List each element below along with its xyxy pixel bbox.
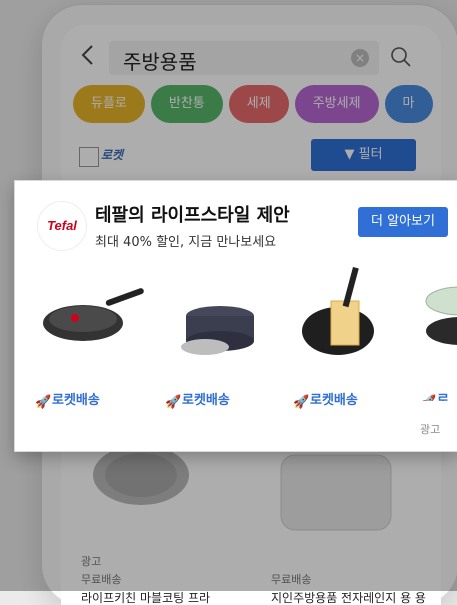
- ad-label: 광고: [420, 423, 441, 436]
- brand-logo: Tefal: [37, 201, 87, 251]
- rocket-icon: 🚀: [35, 395, 52, 410]
- rocket-icon: 🚀: [420, 395, 436, 401]
- pan-box-image: [302, 267, 374, 355]
- product-title: 라이프키친 마블코팅 프라: [81, 591, 211, 605]
- rocket-icon: 🚀: [165, 395, 182, 410]
- ad-subtitle: 최대 40% 할인, 지금 만나보세요: [95, 235, 277, 250]
- pot-set-image: [181, 306, 254, 355]
- rocket-delivery-badge: 🚀로켓배송: [165, 393, 230, 410]
- learn-more-button[interactable]: 더 알아보기: [358, 207, 448, 237]
- rocket-icon: 🚀: [293, 395, 310, 410]
- rocket-delivery-badge: 🚀로: [420, 389, 449, 401]
- product-title: 지인주방용품 전자레인지 용 용기, 200ml, 12개: [271, 591, 426, 605]
- ad-product-3[interactable]: 🚀로: [420, 261, 457, 401]
- ad-product-2[interactable]: 🚀로켓배송: [293, 261, 413, 410]
- ad-popup[interactable]: Tefal 테팔의 라이프스타일 제안 최대 40% 할인, 지금 만나보세요 …: [14, 180, 457, 452]
- rocket-delivery-badge: 🚀로켓배송: [35, 393, 100, 410]
- ad-product-1[interactable]: 🚀로켓배송: [165, 261, 285, 410]
- frying-pan-image: [43, 288, 144, 341]
- glass-lid-pan-image: [425, 286, 457, 345]
- ad-product-0[interactable]: 🚀로켓배송: [35, 261, 155, 410]
- ad-title: 테팔의 라이프스타일 제안: [95, 205, 290, 226]
- rocket-delivery-badge: 🚀로켓배송: [293, 393, 358, 410]
